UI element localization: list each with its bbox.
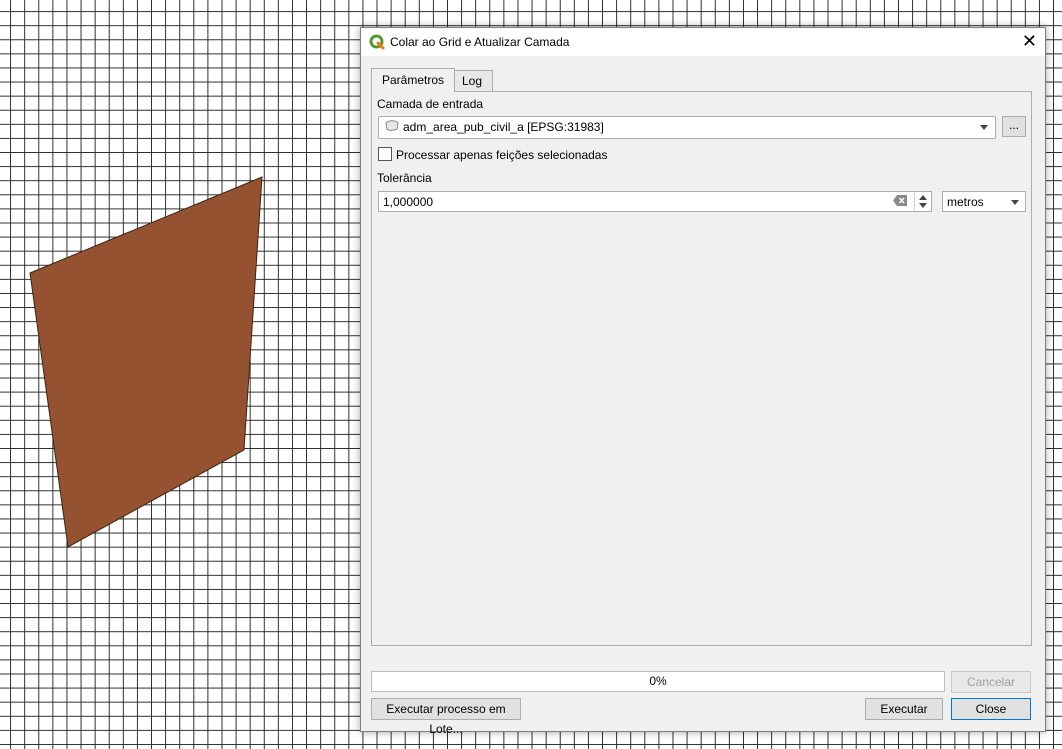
map-polygon-feature: [29, 176, 263, 548]
chevron-down-icon[interactable]: [980, 125, 988, 130]
close-icon[interactable]: ✕: [1022, 31, 1037, 51]
tab-parametros[interactable]: Parâmetros: [371, 68, 456, 92]
input-layer-label: Camada de entrada: [377, 97, 484, 111]
batch-process-button[interactable]: Executar processo em Lote...: [371, 698, 521, 736]
selected-only-checkbox[interactable]: [378, 147, 392, 161]
tolerance-value: 1,000000: [383, 195, 434, 209]
selected-only-label: Processar apenas feições selecionadas: [396, 148, 608, 162]
progress-text: 0%: [649, 674, 667, 688]
parameters-panel: Camada de entrada adm_area_pub_civil_a […: [371, 91, 1032, 646]
tolerance-label: Tolerância: [377, 171, 432, 185]
input-layer-combobox[interactable]: adm_area_pub_civil_a [EPSG:31983]: [378, 116, 996, 139]
browse-layer-button[interactable]: ...: [1002, 116, 1026, 137]
dialog-title: Colar ao Grid e Atualizar Camada: [390, 35, 570, 49]
tab-log[interactable]: Log: [451, 70, 494, 91]
close-button[interactable]: Close: [951, 698, 1031, 720]
processing-dialog: Colar ao Grid e Atualizar Camada ✕ Parâm…: [360, 27, 1046, 736]
map-canvas[interactable]: [0, 0, 360, 749]
cancel-button[interactable]: Cancelar: [951, 671, 1031, 693]
input-layer-value: adm_area_pub_civil_a [EPSG:31983]: [403, 120, 604, 134]
unit-combobox[interactable]: metros: [942, 191, 1026, 212]
spin-up-icon[interactable]: [919, 195, 927, 200]
progress-bar: 0%: [371, 671, 945, 692]
qgis-logo-icon: [369, 34, 385, 50]
clear-icon[interactable]: [893, 195, 907, 206]
tolerance-spinbox[interactable]: 1,000000: [378, 191, 932, 212]
polygon-layer-icon: [385, 120, 399, 131]
run-button[interactable]: Executar: [865, 698, 943, 720]
spin-buttons: [914, 192, 931, 211]
chevron-down-icon[interactable]: [1011, 200, 1019, 205]
dialog-titlebar: Colar ao Grid e Atualizar Camada ✕: [361, 28, 1045, 56]
unit-value: metros: [947, 195, 984, 209]
spin-down-icon[interactable]: [919, 203, 927, 208]
